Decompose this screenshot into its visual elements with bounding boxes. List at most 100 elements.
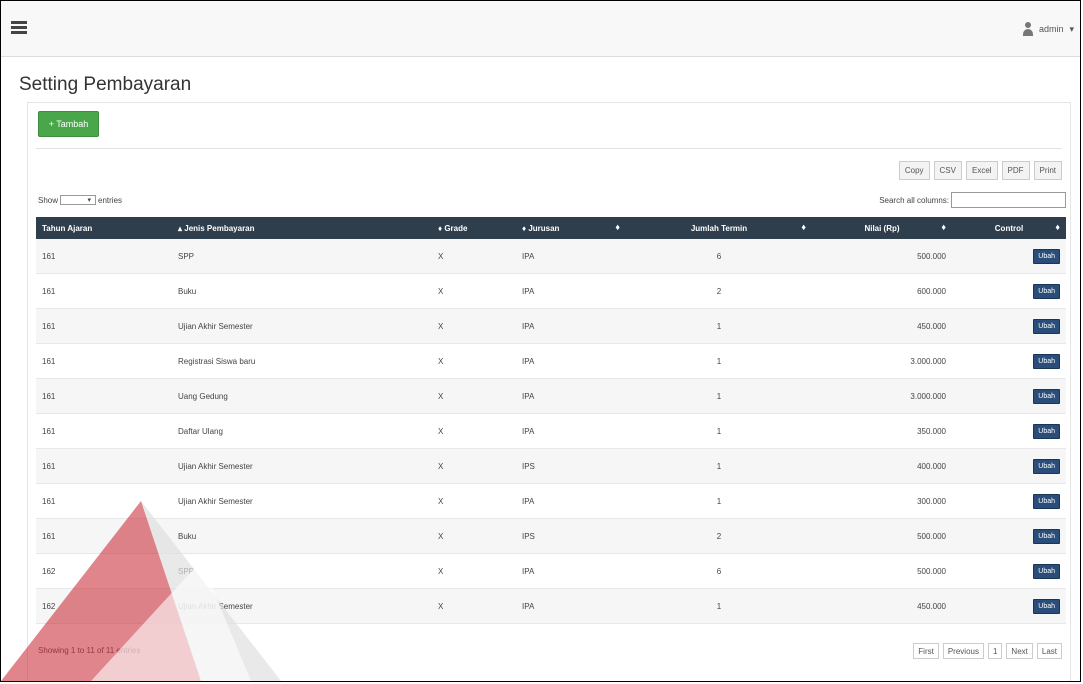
table-cell: 500.000 (812, 518, 952, 554)
table-cell: 162 (36, 553, 172, 589)
table-cell: X (432, 273, 516, 309)
control-cell: Ubah (952, 273, 1066, 309)
app-window: admin ▾ Setting Pembayaran + Tambah Copy… (0, 0, 1081, 682)
search-label: Search all columns: (879, 195, 949, 205)
table-cell: Buku (172, 273, 432, 309)
excel-button[interactable]: Excel (965, 161, 998, 180)
table-cell: 1 (626, 448, 812, 484)
edit-button[interactable]: Ubah (1033, 353, 1060, 369)
sort-icon: ♦ (1055, 222, 1060, 232)
table-row: 161 Registrasi Siswa baru X IPA 1 3.000.000 Ub… (36, 343, 1066, 379)
edit-button[interactable]: Ubah (1033, 458, 1060, 474)
table-cell: 1 (626, 413, 812, 449)
csv-button[interactable]: CSV (933, 161, 962, 180)
table-row: 161 Buku X IPA 2 600.000 Ubah (36, 273, 1066, 309)
page-1-button[interactable]: 1 (987, 643, 1003, 659)
table-cell: IPS (516, 448, 626, 484)
next-page-button[interactable]: Next (1006, 643, 1033, 659)
control-cell: Ubah (952, 378, 1066, 414)
user-menu[interactable]: admin ▾ (1022, 22, 1074, 36)
table-row: 161 Ujian Akhir Semester X IPA 1 300.000 Ubah (36, 483, 1066, 519)
edit-button[interactable]: Ubah (1033, 388, 1060, 404)
print-button[interactable]: Print (1033, 161, 1062, 180)
search-input[interactable] (951, 192, 1066, 208)
column-header[interactable]: ♦ Jurusan ♦ (516, 217, 626, 239)
column-header[interactable]: Jumlah Termin ♦ (626, 217, 812, 239)
table-cell: 500.000 (812, 239, 952, 274)
table-cell: 6 (626, 239, 812, 274)
table-cell: 2 (626, 273, 812, 309)
table-cell: Ujian Akhir Semester (172, 448, 432, 484)
add-button[interactable]: + Tambah (38, 111, 99, 137)
column-header[interactable]: Tahun Ajaran (36, 217, 172, 239)
table-cell: 1 (626, 588, 812, 624)
pagination: First Previous 1 Next Last (913, 643, 1062, 659)
table-cell: 1 (626, 483, 812, 519)
edit-button[interactable]: Ubah (1033, 528, 1060, 544)
column-header[interactable]: Nilai (Rp) ♦ (812, 217, 952, 239)
table-cell: 161 (36, 413, 172, 449)
last-page-button[interactable]: Last (1036, 643, 1062, 659)
first-page-button[interactable]: First (913, 643, 939, 659)
previous-page-button[interactable]: Previous (942, 643, 984, 659)
table-cell: 350.000 (812, 413, 952, 449)
table-cell: Buku (172, 518, 432, 554)
pdf-button[interactable]: PDF (1001, 161, 1030, 180)
table-cell: 161 (36, 448, 172, 484)
table-row: 161 Daftar Ulang X IPA 1 350.000 Ubah (36, 413, 1066, 449)
divider (36, 148, 1062, 149)
table-row: 161 Buku X IPS 2 500.000 Ubah (36, 518, 1066, 554)
table-cell: IPA (516, 273, 626, 309)
table-cell: Daftar Ulang (172, 413, 432, 449)
table-cell: Ujian Akhir Semester (172, 483, 432, 519)
edit-button[interactable]: Ubah (1033, 318, 1060, 334)
table-cell: IPA (516, 413, 626, 449)
table-cell: X (432, 239, 516, 274)
edit-button[interactable]: Ubah (1033, 248, 1060, 264)
edit-button[interactable]: Ubah (1033, 563, 1060, 579)
table-cell: 1 (626, 378, 812, 414)
table-cell: Registrasi Siswa baru (172, 343, 432, 379)
table-cell: X (432, 553, 516, 589)
column-header[interactable]: Control ♦ (952, 217, 1066, 239)
table-cell: 3.000.000 (812, 378, 952, 414)
table-cell: IPS (516, 518, 626, 554)
chevron-down-icon: ▾ (1069, 23, 1074, 34)
table-cell: 161 (36, 518, 172, 554)
table-cell: IPA (516, 378, 626, 414)
edit-button[interactable]: Ubah (1033, 598, 1060, 614)
edit-button[interactable]: Ubah (1033, 423, 1060, 439)
table-cell: 161 (36, 483, 172, 519)
column-header[interactable]: ♦ Grade (432, 217, 516, 239)
table-cell: 600.000 (812, 273, 952, 309)
control-cell: Ubah (952, 588, 1066, 624)
edit-button[interactable]: Ubah (1033, 283, 1060, 299)
table-cell: 161 (36, 308, 172, 344)
control-cell: Ubah (952, 413, 1066, 449)
entries-label: entries (98, 195, 123, 205)
sort-icon: ♦ (615, 222, 620, 232)
payment-table: Tahun Ajaran ▴ Jenis Pembayaran ♦ Grade … (36, 217, 1066, 624)
table-cell: X (432, 378, 516, 414)
table-cell: IPA (516, 553, 626, 589)
table-cell: X (432, 413, 516, 449)
page-length-control: Show ▾ entries (38, 195, 122, 205)
table-cell: 161 (36, 378, 172, 414)
table-cell: SPP (172, 553, 432, 589)
table-cell: X (432, 518, 516, 554)
copy-button[interactable]: Copy (898, 161, 930, 180)
table-cell: Ujian Akhir Semester (172, 588, 432, 624)
table-row: 162 Ujian Akhir Semester X IPA 1 450.000 Ubah (36, 588, 1066, 624)
menu-toggle-icon[interactable] (11, 21, 27, 35)
page-length-select[interactable]: ▾ (60, 195, 97, 205)
column-header[interactable]: ▴ Jenis Pembayaran (172, 217, 432, 239)
control-cell: Ubah (952, 553, 1066, 589)
table-row: 161 Ujian Akhir Semester X IPA 1 450.000 Ubah (36, 308, 1066, 344)
control-cell: Ubah (952, 308, 1066, 344)
table-row: 161 SPP X IPA 6 500.000 Ubah (36, 239, 1066, 274)
table-cell: 161 (36, 343, 172, 379)
edit-button[interactable]: Ubah (1033, 493, 1060, 509)
table-cell: 400.000 (812, 448, 952, 484)
control-cell: Ubah (952, 483, 1066, 519)
sort-icon: ♦ (941, 222, 946, 232)
